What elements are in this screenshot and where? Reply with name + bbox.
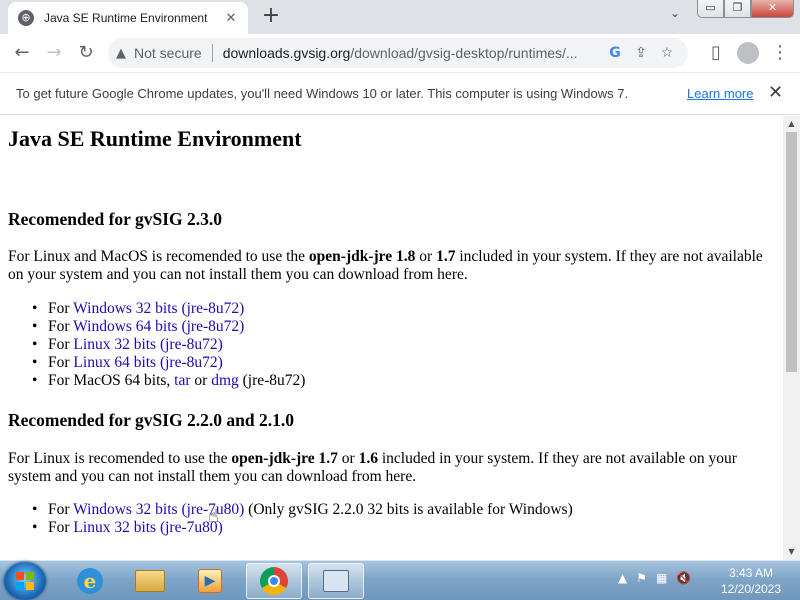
- download-link-linux32-7u80[interactable]: Linux 32 bits (jre-7u80): [73, 519, 222, 536]
- page-content: Java SE Runtime Environment Recomended f…: [0, 116, 783, 560]
- list-item: For Linux 64 bits (jre-8u72): [32, 354, 305, 372]
- download-link-macos-tar[interactable]: tar: [174, 372, 190, 389]
- list-item: For Windows 32 bits (jre-7u80) (Only gvS…: [32, 501, 573, 519]
- infobar-message: To get future Google Chrome updates, you…: [16, 86, 629, 101]
- reload-button[interactable]: ↻: [70, 37, 102, 69]
- taskbar-media-player[interactable]: ▶: [182, 563, 238, 599]
- hand-cursor-icon: ☝: [208, 506, 219, 527]
- infobar-close-icon[interactable]: ✕: [768, 82, 783, 103]
- vertical-scrollbar[interactable]: ▲ ▼: [783, 116, 800, 560]
- side-panel-icon[interactable]: ▯: [700, 37, 732, 69]
- show-hidden-icons-icon[interactable]: ▲: [618, 571, 627, 585]
- list-item: For Linux 32 bits (jre-7u80): [32, 519, 573, 537]
- tab-strip: ⊕ Java SE Runtime Environment ✕ + ⌄ ▭ ❐ …: [0, 0, 800, 34]
- download-list-gvsig-220: For Windows 32 bits (jre-7u80) (Only gvS…: [32, 501, 573, 537]
- security-label[interactable]: Not secure: [134, 45, 202, 61]
- computer-icon: [323, 570, 349, 592]
- download-link-linux32-8u72[interactable]: Linux 32 bits (jre-8u72): [73, 336, 222, 353]
- globe-icon: ⊕: [18, 10, 34, 26]
- tab-search-icon[interactable]: ⌄: [670, 6, 680, 20]
- download-link-macos-dmg[interactable]: dmg: [211, 372, 239, 389]
- share-icon[interactable]: ⇪: [628, 45, 654, 61]
- start-button[interactable]: [4, 562, 46, 600]
- volume-muted-icon[interactable]: 🔇: [676, 571, 691, 585]
- new-tab-button[interactable]: +: [258, 4, 284, 30]
- download-list-gvsig-230: For Windows 32 bits (jre-8u72) For Windo…: [32, 300, 306, 390]
- section-paragraph-gvsig-220: For Linux is recomended to use the open-…: [8, 450, 737, 485]
- taskbar-windows-explorer[interactable]: [122, 563, 178, 599]
- url-path: /download/gvsig-desktop/runtimes/...: [350, 45, 578, 61]
- internet-explorer-icon: e: [77, 568, 103, 594]
- action-center-flag-icon[interactable]: ⚑: [636, 571, 647, 585]
- window-controls: ▭ ❐ ✕: [697, 0, 794, 18]
- scroll-up-icon[interactable]: ▲: [783, 116, 800, 132]
- section-heading-gvsig-230: Recomended for gvSIG 2.3.0: [8, 209, 223, 229]
- list-item: For MacOS 64 bits, tar or dmg (jre-8u72): [32, 372, 306, 390]
- media-player-icon: ▶: [198, 569, 222, 593]
- section-heading-gvsig-220: Recomended for gvSIG 2.2.0 and 2.1.0: [8, 410, 295, 430]
- taskbar-remote-desktop[interactable]: [308, 563, 364, 599]
- system-tray: ▲ ⚑ ▦ 🔇: [618, 571, 691, 585]
- warning-icon[interactable]: ▲: [116, 46, 126, 61]
- windows-taskbar: e ▶ ▲ ⚑ ▦ 🔇 3:43 AM 12/20/2023: [0, 560, 800, 600]
- taskbar-internet-explorer[interactable]: e: [62, 563, 118, 599]
- forward-button[interactable]: →: [38, 37, 70, 69]
- scrollbar-thumb[interactable]: [786, 132, 797, 372]
- minimize-button[interactable]: ▭: [697, 0, 724, 18]
- download-link-windows32-8u72[interactable]: Windows 32 bits (jre-8u72): [73, 300, 244, 317]
- section-paragraph-gvsig-230: For Linux and MacOS is recomended to use…: [8, 248, 763, 283]
- windows-logo-icon: [16, 572, 34, 590]
- tab-java-se[interactable]: ⊕ Java SE Runtime Environment ✕: [8, 2, 248, 34]
- close-window-button[interactable]: ✕: [751, 0, 794, 18]
- tab-close-icon[interactable]: ✕: [222, 11, 240, 26]
- url-text[interactable]: downloads.gvsig.org/download/gvsig-deskt…: [223, 45, 602, 61]
- list-item: For Linux 32 bits (jre-8u72): [32, 336, 305, 354]
- bookmark-star-icon[interactable]: ☆: [654, 45, 680, 61]
- url-host: downloads.gvsig.org: [222, 45, 351, 61]
- google-lens-icon[interactable]: G: [602, 45, 628, 61]
- download-link-windows64-8u72[interactable]: Windows 64 bits (jre-8u72): [73, 318, 244, 335]
- chrome-icon: [260, 567, 288, 595]
- list-item: For Windows 64 bits (jre-8u72): [32, 318, 305, 336]
- omnibox-divider: [211, 44, 213, 62]
- restore-button[interactable]: ❐: [724, 0, 751, 18]
- toolbar-right: ▯ ⋮: [700, 37, 796, 69]
- back-button[interactable]: ←: [6, 37, 38, 69]
- profile-avatar-icon[interactable]: [737, 42, 759, 64]
- page-title: Java SE Runtime Environment: [8, 126, 302, 151]
- download-link-linux64-8u72[interactable]: Linux 64 bits (jre-8u72): [73, 354, 222, 371]
- update-infobar: To get future Google Chrome updates, you…: [0, 72, 800, 115]
- scroll-down-icon[interactable]: ▼: [783, 544, 800, 560]
- folder-icon: [135, 570, 165, 592]
- clock-time: 3:43 AM: [728, 566, 774, 580]
- system-clock[interactable]: 3:43 AM 12/20/2023: [712, 565, 790, 597]
- list-item: For Windows 32 bits (jre-8u72): [32, 300, 305, 318]
- browser-toolbar: ← → ↻ ▲ Not secure downloads.gvsig.org/d…: [0, 34, 800, 72]
- learn-more-link[interactable]: Learn more: [687, 86, 753, 101]
- taskbar-google-chrome[interactable]: [246, 563, 302, 599]
- network-icon[interactable]: ▦: [656, 571, 667, 585]
- address-bar[interactable]: ▲ Not secure downloads.gvsig.org/downloa…: [108, 38, 688, 68]
- tab-title: Java SE Runtime Environment: [44, 11, 208, 25]
- clock-date: 12/20/2023: [720, 582, 782, 596]
- menu-kebab-icon[interactable]: ⋮: [764, 37, 796, 69]
